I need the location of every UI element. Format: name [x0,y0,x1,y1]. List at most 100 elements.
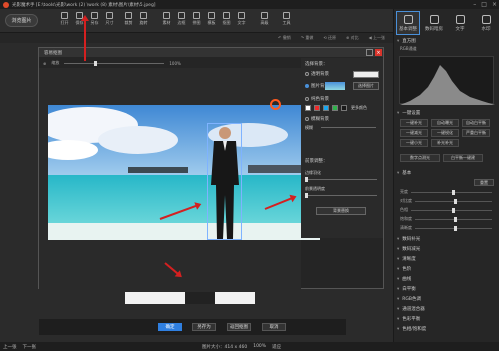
brightness-slider[interactable]: 亮度 [400,188,492,196]
toolbar-border-button[interactable]: 边框 [175,12,188,30]
prev-image-button[interactable]: 上一张 [3,344,17,350]
one-key-buttons: 一键补光 自动曝光 自动白平衡 一键减光 一键锐化 严重白平衡 一键小光 补光补… [400,119,494,147]
choose-image-button[interactable]: 选择图片 [353,82,379,90]
opacity-label: 前景透明度 [305,186,325,191]
list-item[interactable]: RGB色调 [397,296,421,302]
close-window-button[interactable]: × [492,1,497,8]
one-key-btn-4[interactable]: 一键减光 [400,129,428,137]
color-swatch-green[interactable] [332,105,338,111]
material-icon [163,12,170,19]
one-key-btn-1[interactable]: 一键补光 [400,119,428,127]
hue-slider[interactable]: 色相 [400,206,492,214]
background-heading: 选择背景： [305,62,328,67]
list-item[interactable]: 色相/饱和度 [397,326,426,332]
contrast-slider[interactable]: 对比度 [400,197,492,205]
toolbar-rotate-button[interactable]: 旋转 [137,12,150,30]
zoom-value: 100% [169,60,181,66]
next-image-button[interactable]: 下一张 [23,344,37,350]
text-tab-icon [455,14,465,24]
toolbar-template-button[interactable]: 模板 [205,12,218,30]
restore-button[interactable]: ⟲ 还原 [323,35,336,41]
list-item[interactable]: 清晰度 [397,256,416,262]
list-item[interactable]: 白平衡 [397,286,416,292]
tab-text[interactable]: 文字 [448,11,472,35]
dialog-button-row: 确定 另存为 返回抠图 取消 [39,319,346,335]
person-figure [211,127,239,239]
transparent-bg-radio[interactable]: 透明背景 [305,71,329,77]
one-key-btn-7[interactable]: 一键小光 [400,139,428,147]
toolbar-size-button[interactable]: 尺寸 [103,12,116,30]
back-to-cutout-button[interactable]: 返回抠图 [227,323,251,331]
saturation-slider[interactable]: 饱和度 [400,215,492,223]
confirm-button[interactable]: 确定 [158,323,182,331]
fit-button[interactable]: 适应 [272,344,281,350]
toolbar-cutout-button[interactable]: 抠图 [220,12,233,30]
basic-header[interactable]: 基本 [397,170,411,176]
color-swatch-red[interactable] [314,105,320,111]
blur-slider[interactable] [321,127,376,128]
list-item[interactable]: 色彩平衡 [397,316,420,322]
one-key-btn-6[interactable]: 严重白平衡 [462,129,490,137]
histogram-graph [400,65,495,105]
annotation-arrow [84,19,86,61]
undo-button[interactable]: ↶ 撤销 [278,35,291,41]
histogram-mode[interactable]: RGB通道 [400,46,417,52]
list-item[interactable]: 数码减光 [397,246,420,252]
histogram-header[interactable]: 直方图 [397,38,416,44]
feather-slider[interactable] [305,177,377,182]
tab-watermark[interactable]: 水印 [474,11,498,35]
dialog-maximize-button[interactable] [366,49,373,56]
toolbar-save-as-button[interactable]: 另存 [88,12,101,30]
one-key-btn-3[interactable]: 自动白平衡 [462,119,490,127]
tab-basic-adjust[interactable]: 基本调整 [396,11,420,35]
one-key-btn-2[interactable]: 自动曝光 [431,119,459,127]
list-item[interactable]: 色阶 [397,266,411,272]
color-swatch-black[interactable] [341,105,347,111]
window-title: 光影魔术手 [E:\tools\光影\work (2) \work (8) 素材… [12,2,156,8]
toolbar-crop-button[interactable]: 裁剪 [122,12,135,30]
toolbar-advanced-button[interactable]: 高级 [258,12,271,30]
browse-images-button[interactable]: 浏览图片 [5,14,38,27]
point-metering-button[interactable]: 数字点测光 [400,154,440,162]
list-item[interactable]: 数码补光 [397,236,420,242]
previous-button[interactable]: ◀ 上一张 [369,35,385,41]
redo-button[interactable]: ↷ 重做 [301,35,314,41]
opacity-slider[interactable] [305,193,377,198]
radio-icon [305,97,309,101]
clarity-slider[interactable]: 清晰度 [400,224,492,232]
minimize-button[interactable]: – [473,1,476,8]
reset-button[interactable]: 重置 [474,179,494,186]
toolbar-open-button[interactable]: 打开 [58,12,71,30]
toolbar-material-button[interactable]: 素材 [160,12,173,30]
image-size-text: 图片大小：414 x 460 [202,344,248,350]
zoom-percent[interactable]: 100% [253,344,266,349]
toolbar-tools-button[interactable]: 工具 [280,12,293,30]
color-swatch-white[interactable] [305,105,311,111]
one-key-header[interactable]: 一键设置 [397,110,420,116]
one-key-btn-5[interactable]: 一键锐化 [431,129,459,137]
adjust-icon [403,14,413,24]
one-key-btn-8[interactable]: 补光补光 [431,139,459,147]
cancel-button[interactable]: 取消 [262,323,286,331]
color-swatch-blue[interactable] [323,105,329,111]
save-as-button[interactable]: 另存为 [192,323,216,331]
toolbar-collage-button[interactable]: 拼图 [190,12,203,30]
maximize-button[interactable]: □ [481,1,487,8]
zoom-slider[interactable] [64,60,165,66]
list-item[interactable]: 通道混合器 [397,306,425,312]
tab-darkroom[interactable]: 数码暗房 [422,11,446,35]
compare-button[interactable]: ⊕ 对比 [346,35,359,41]
extra-buttons: 数字点测光 白平衡一键建 [400,154,494,162]
more-colors-link[interactable]: 更多颜色 [351,105,367,111]
beach-photo[interactable] [48,105,320,240]
apply-background-button[interactable]: 背景替换 [316,207,366,215]
dialog-close-button[interactable]: × [375,49,382,56]
list-item[interactable]: 曲线 [397,276,411,282]
watermark-icon [481,14,491,24]
solid-bg-radio[interactable]: 纯色背景 [305,96,329,102]
camera-icon [429,14,439,24]
blur-bg-radio[interactable]: 模糊背景 [305,116,329,122]
collage-icon [193,12,200,19]
toolbar-text-button[interactable]: 文字 [235,12,248,30]
white-balance-button[interactable]: 白平衡一键建 [443,154,483,162]
